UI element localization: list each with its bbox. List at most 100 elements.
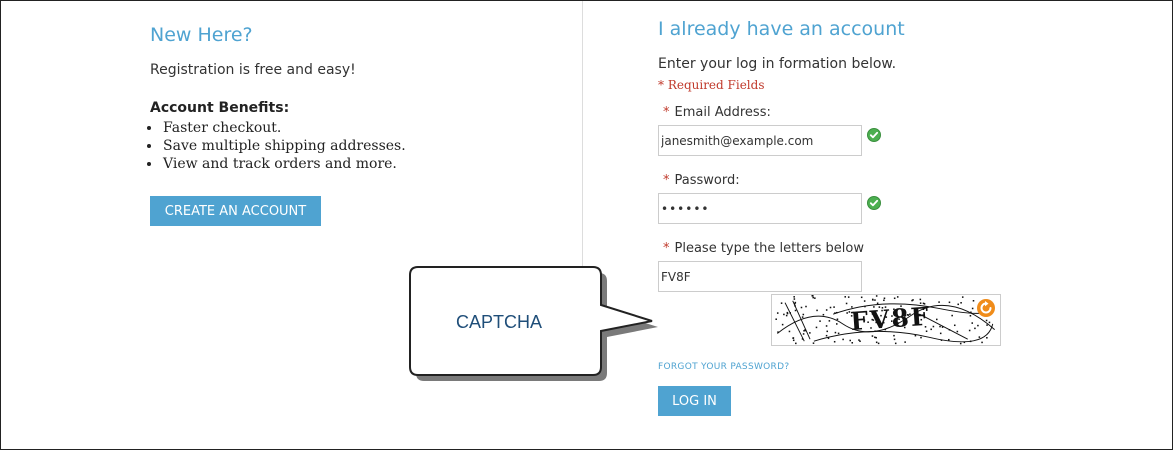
captcha-noise-dot (786, 311, 789, 314)
captcha-noise-dot (959, 342, 962, 345)
captcha-noise-dot (833, 306, 835, 308)
captcha-noise-dot (860, 296, 863, 299)
captcha-noise-dot (828, 320, 831, 322)
captcha-noise-dot (953, 324, 956, 327)
captcha-noise-dot (875, 341, 878, 344)
captcha-noise-dot (883, 299, 885, 302)
check-circle-icon (867, 128, 881, 142)
captcha-noise-dot (794, 301, 797, 304)
captcha-glyphs: FV8F (849, 302, 931, 337)
captcha-noise-dot (788, 330, 791, 333)
forgot-password-link[interactable]: FORGOT YOUR PASSWORD? (658, 362, 789, 372)
captcha-noise-dot (844, 296, 846, 298)
captcha-noise-dot (971, 307, 974, 310)
password-field[interactable] (658, 193, 862, 224)
captcha-noise-dot (837, 332, 840, 335)
captcha-noise-dot (809, 332, 811, 334)
captcha-noise-dot (793, 298, 796, 300)
captcha-noise-dot (812, 295, 814, 297)
captcha-noise-dot (816, 309, 818, 312)
captcha-label-text: Please type the letters below (674, 241, 864, 256)
captcha-image: FV8F (771, 294, 1001, 346)
captcha-noise-dot (858, 339, 860, 341)
captcha-noise-dot (847, 296, 850, 298)
captcha-noise-dot (815, 326, 818, 329)
captcha-noise-dot (825, 325, 828, 327)
captcha-noise-dot (974, 327, 976, 330)
captcha-noise-dot (814, 297, 816, 299)
captcha-noise-dot (920, 336, 922, 339)
login-intro-text: Enter your log in formation below. (658, 56, 897, 72)
captcha-noise-dot (951, 314, 953, 317)
captcha-noise-dot (783, 313, 785, 316)
captcha-noise-dot (793, 296, 795, 298)
captcha-noise-dot (802, 333, 805, 335)
captcha-noise-dot (825, 334, 828, 337)
captcha-input[interactable] (658, 261, 862, 292)
benefit-item-addresses: Save multiple shipping addresses. (162, 137, 406, 155)
captcha-noise-dot (834, 331, 837, 334)
captcha-noise-dot (812, 296, 814, 299)
required-star: * (663, 105, 670, 120)
login-title: I already have an account (658, 18, 905, 40)
captcha-noise-dot (836, 323, 838, 325)
create-account-button[interactable]: CREATE AN ACCOUNT (150, 196, 321, 226)
captcha-noise-dot (822, 313, 825, 316)
account-benefits-list: Faster checkout. Save multiple shipping … (150, 119, 406, 173)
login-button[interactable]: LOG IN (658, 386, 731, 416)
captcha-noise-dot (972, 300, 975, 302)
captcha-noise-dot (985, 319, 988, 322)
captcha-noise-dot (785, 314, 788, 317)
captcha-noise-dot (872, 299, 874, 301)
captcha-noise-dot (986, 324, 988, 326)
benefit-item-orders: View and track orders and more. (162, 155, 406, 173)
captcha-noise-dot (800, 306, 803, 309)
email-field[interactable] (658, 125, 862, 156)
refresh-icon[interactable] (976, 298, 996, 318)
captcha-noise-dot (919, 298, 922, 301)
captcha-noise-dot (961, 296, 964, 298)
captcha-noise-dot (795, 342, 797, 345)
captcha-noise-dot (978, 336, 981, 338)
captcha-noise-dot (794, 309, 797, 312)
captcha-noise-dot (969, 315, 972, 317)
captcha-noise-dot (836, 318, 839, 320)
callout-text: CAPTCHA (456, 312, 543, 332)
account-benefits-title: Account Benefits: (150, 100, 290, 116)
password-label-text: Password: (674, 173, 740, 188)
captcha-noise-dot (956, 330, 959, 333)
captcha-noise-dot (833, 340, 836, 343)
captcha-noise-dot (825, 309, 828, 311)
captcha-noise-dot (939, 325, 941, 328)
captcha-noise-dot (883, 297, 886, 300)
captcha-noise-dot (805, 305, 807, 308)
captcha-noise-dot (977, 324, 979, 327)
captcha-noise-dot (802, 313, 805, 316)
captcha-noise-dot (845, 302, 848, 305)
captcha-noise-dot (948, 338, 950, 341)
required-star: * (663, 241, 670, 256)
captcha-noise-dot (893, 334, 895, 337)
check-circle-icon (867, 196, 881, 210)
captcha-noise-dot (914, 334, 917, 337)
captcha-noise-dot (894, 342, 897, 345)
captcha-noise-dot (826, 330, 829, 333)
captcha-noise-dot (896, 296, 899, 298)
captcha-label: * Please type the letters below (663, 241, 864, 256)
captcha-noise-dot (938, 301, 940, 303)
captcha-noise-dot (792, 339, 795, 342)
captcha-noise-dot (877, 342, 880, 345)
captcha-noise-dot (812, 342, 815, 344)
captcha-noise-dot (863, 300, 866, 302)
captcha-noise-dot (948, 301, 951, 304)
captcha-noise-dot (776, 312, 779, 314)
registration-text: Registration is free and easy! (150, 62, 356, 78)
password-label: * Password: (663, 173, 740, 188)
captcha-noise-dot (936, 318, 938, 321)
captcha-noise-dot (932, 325, 935, 328)
column-divider (582, 1, 583, 301)
benefit-item-checkout: Faster checkout. (162, 119, 406, 137)
captcha-noise-dot (801, 316, 804, 318)
captcha-noise-dot (971, 322, 974, 324)
required-star: * (663, 173, 670, 188)
